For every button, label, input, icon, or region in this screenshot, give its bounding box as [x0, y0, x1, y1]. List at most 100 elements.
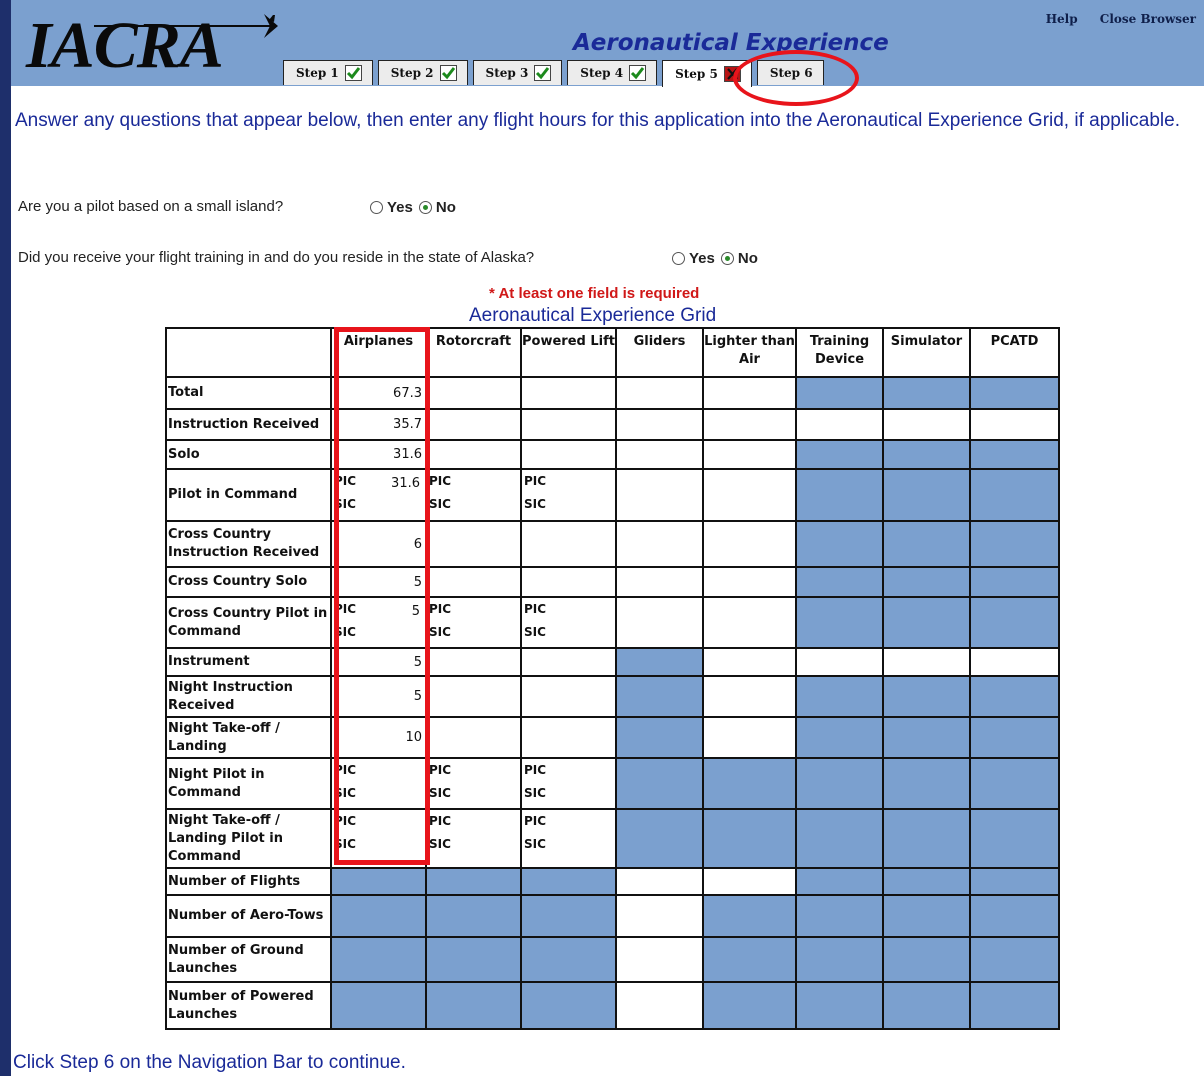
lighter-than-air-input[interactable] — [702, 376, 797, 410]
row-label: Solo — [165, 439, 332, 470]
lighter-than-air-input[interactable] — [702, 675, 797, 718]
powered-lift-input[interactable] — [520, 647, 617, 677]
check-icon — [629, 65, 647, 81]
table-row: Cross Country Solo 5 — [165, 566, 1060, 598]
rotorcraft-input[interactable] — [425, 716, 522, 759]
gliders-input[interactable] — [615, 566, 704, 598]
gliders-input[interactable] — [615, 894, 704, 938]
table-row: Number of Flights — [165, 867, 1060, 896]
rotorcraft-input[interactable] — [425, 566, 522, 598]
lighter-than-air-input[interactable] — [702, 716, 797, 759]
lighter-than-air-input[interactable] — [702, 647, 797, 677]
powered-lift-input[interactable] — [520, 439, 617, 470]
airplanes-input[interactable]: 6 — [330, 520, 427, 568]
powered-lift-input[interactable] — [520, 376, 617, 410]
airplanes-input[interactable]: 35.7 — [330, 408, 427, 441]
gliders-input[interactable] — [615, 520, 704, 568]
airplanes-pic-sic-cell[interactable]: PIC 31.6 SIC — [330, 468, 427, 522]
rotorcraft-input[interactable] — [425, 408, 522, 441]
tab-step-1[interactable]: Step 1 — [283, 60, 373, 85]
rotorcraft-pic-sic-cell[interactable]: PIC SIC — [425, 808, 522, 869]
airplanes-pic-sic-cell[interactable]: PIC SIC — [330, 757, 427, 810]
rotorcraft-pic-sic-cell[interactable]: PIC SIC — [425, 596, 522, 649]
disabled-cell — [882, 439, 971, 470]
pcatd-input[interactable] — [969, 408, 1060, 441]
gliders-input[interactable] — [615, 936, 704, 983]
small-island-yes-radio[interactable] — [370, 201, 383, 214]
alaska-yes-radio[interactable] — [672, 252, 685, 265]
small-island-no-radio[interactable] — [418, 201, 432, 214]
radio-label: No — [737, 250, 758, 267]
training-device-input[interactable] — [795, 408, 884, 441]
powered-lift-input[interactable] — [520, 716, 617, 759]
rotorcraft-input[interactable] — [425, 439, 522, 470]
disabled-cell — [795, 867, 884, 896]
gliders-input[interactable] — [615, 468, 704, 522]
rotorcraft-input[interactable] — [425, 376, 522, 410]
airplanes-input[interactable]: 31.6 — [330, 439, 427, 470]
rotorcraft-input[interactable] — [425, 675, 522, 718]
gliders-input[interactable] — [615, 439, 704, 470]
close-browser-link[interactable]: Close Browser — [1100, 12, 1196, 26]
lighter-than-air-input[interactable] — [702, 596, 797, 649]
table-row: Pilot in Command PIC 31.6 SIC PIC SIC PI… — [165, 468, 1060, 522]
tab-step-6[interactable]: Step 6 — [756, 60, 824, 85]
lighter-than-air-input[interactable] — [702, 408, 797, 441]
rotorcraft-pic-sic-cell[interactable]: PIC SIC — [425, 468, 522, 522]
gliders-input[interactable] — [615, 867, 704, 896]
tab-step-4[interactable]: Step 4 — [567, 60, 658, 85]
rotorcraft-input[interactable] — [425, 647, 522, 677]
help-link[interactable]: Help — [1046, 12, 1078, 26]
disabled-cell — [882, 757, 971, 810]
powered-lift-input[interactable] — [520, 408, 617, 441]
lighter-than-air-input[interactable] — [702, 566, 797, 598]
disabled-cell — [969, 520, 1060, 568]
disabled-cell — [425, 867, 522, 896]
disabled-cell — [795, 808, 884, 869]
simulator-input[interactable] — [882, 408, 971, 441]
airplanes-pic-sic-cell[interactable]: PIC 5 SIC — [330, 596, 427, 649]
airplanes-input[interactable]: 5 — [330, 647, 427, 677]
gliders-input[interactable] — [615, 981, 704, 1030]
simulator-input[interactable] — [882, 647, 971, 677]
gliders-input[interactable] — [615, 408, 704, 441]
airplanes-input[interactable]: 5 — [330, 675, 427, 718]
lighter-than-air-input[interactable] — [702, 520, 797, 568]
rotorcraft-input[interactable] — [425, 520, 522, 568]
powered-lift-pic-sic-cell[interactable]: PIC SIC — [520, 596, 617, 649]
lighter-than-air-input[interactable] — [702, 468, 797, 522]
disabled-cell — [969, 867, 1060, 896]
powered-lift-input[interactable] — [520, 566, 617, 598]
disabled-cell — [969, 468, 1060, 522]
powered-lift-pic-sic-cell[interactable]: PIC SIC — [520, 757, 617, 810]
powered-lift-input[interactable] — [520, 520, 617, 568]
tab-step-5[interactable]: Step 5 — [662, 60, 752, 87]
row-label: Number of Powered Launches — [165, 981, 332, 1030]
radio-label: No — [435, 199, 456, 216]
powered-lift-pic-sic-cell[interactable]: PIC SIC — [520, 468, 617, 522]
gliders-input[interactable] — [615, 596, 704, 649]
powered-lift-pic-sic-cell[interactable]: PIC SIC — [520, 808, 617, 869]
powered-lift-input[interactable] — [520, 675, 617, 718]
airplanes-input[interactable]: 67.3 — [330, 376, 427, 410]
airplanes-pic-sic-cell[interactable]: PIC SIC — [330, 808, 427, 869]
training-device-input[interactable] — [795, 647, 884, 677]
disabled-cell — [520, 936, 617, 983]
disabled-cell — [330, 936, 427, 983]
gliders-input[interactable] — [615, 376, 704, 410]
disabled-cell — [615, 675, 704, 718]
disabled-cell — [969, 808, 1060, 869]
grid-title: Aeronautical Experience Grid — [469, 305, 717, 326]
tab-step-2[interactable]: Step 2 — [377, 60, 468, 85]
alaska-no-radio[interactable] — [720, 252, 734, 265]
lighter-than-air-input[interactable] — [702, 439, 797, 470]
rotorcraft-pic-sic-cell[interactable]: PIC SIC — [425, 757, 522, 810]
table-row: Number of Aero-Tows — [165, 894, 1060, 938]
airplanes-input[interactable]: 10 — [330, 716, 427, 759]
lighter-than-air-input[interactable] — [702, 867, 797, 896]
pic-label: PIC — [334, 763, 357, 777]
sic-label: SIC — [334, 625, 356, 639]
airplanes-input[interactable]: 5 — [330, 566, 427, 598]
pcatd-input[interactable] — [969, 647, 1060, 677]
tab-step-3[interactable]: Step 3 — [472, 60, 563, 85]
